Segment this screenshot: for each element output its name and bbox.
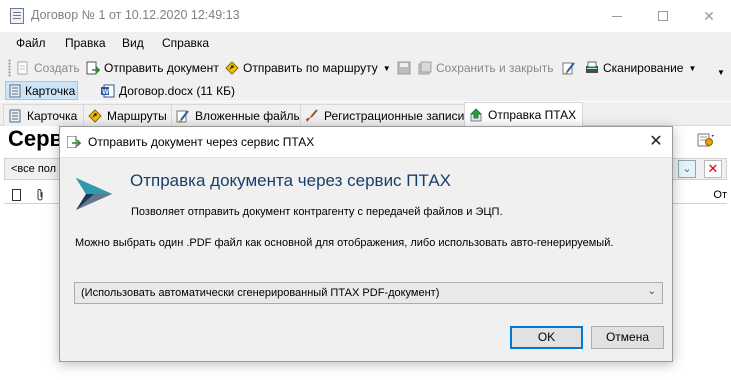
clear-filter-button[interactable]: ✕	[704, 160, 722, 178]
overflow-icon: ▼	[717, 67, 725, 77]
tab-card-label: Карточка	[27, 108, 78, 123]
save-close-icon	[418, 61, 432, 75]
route-icon	[225, 61, 239, 75]
save-and-close-button[interactable]: Сохранить и закрыть	[418, 58, 553, 78]
tab-attached-files[interactable]: Вложенные файлы	[171, 104, 310, 126]
dialog-hint: Можно выбрать один .PDF файл как основно…	[75, 237, 614, 249]
dialog-subtitle: Позволяет отправить документ контрагенту…	[131, 206, 503, 218]
brush-icon	[305, 108, 319, 123]
paperclip-icon	[36, 188, 44, 204]
dialog-titlebar: Отправить документ через сервис ПТАХ ✕	[60, 127, 672, 158]
cancel-button[interactable]: Отмена	[591, 326, 664, 349]
docx-file-tab[interactable]: W Договор.docx (11 КБ)	[99, 81, 237, 100]
document-column-icon	[12, 189, 21, 201]
route-icon	[88, 108, 102, 123]
save-button[interactable]	[397, 58, 415, 78]
send-by-route-label: Отправить по маршруту	[243, 61, 378, 75]
attachment-icon	[176, 109, 190, 123]
tab-send-ptax-label: Отправка ПТАХ	[488, 108, 577, 122]
send-document-label: Отправить документ	[104, 61, 219, 75]
close-button[interactable]: ✕	[686, 0, 731, 32]
window-titlebar: Договор № 1 от 10.12.2020 12:49:13 ✕	[0, 0, 731, 32]
dropdown-arrow-icon: ▼	[688, 63, 697, 73]
send-document-icon	[66, 135, 82, 149]
save-and-close-label: Сохранить и закрыть	[436, 61, 554, 75]
filter-label: <все пол	[11, 163, 57, 175]
word-icon: W	[101, 84, 115, 98]
close-icon: ✕	[707, 161, 719, 176]
send-document-button[interactable]: Отправить документ	[86, 58, 219, 78]
send-ptax-dialog: Отправить документ через сервис ПТАХ ✕ О…	[59, 126, 673, 362]
menu-view[interactable]: Вид	[122, 36, 144, 50]
section-heading: Серв	[8, 126, 64, 151]
card-icon	[8, 109, 22, 123]
send-by-route-button[interactable]: Отправить по маршруту ▼	[225, 58, 391, 78]
settings-list-icon[interactable]	[697, 132, 715, 148]
dialog-close-button[interactable]: ✕	[646, 133, 666, 153]
svg-text:W: W	[102, 89, 109, 96]
create-label: Создать	[34, 61, 80, 75]
file-bar: Карточка W Договор.docx (11 КБ)	[0, 81, 731, 101]
dialog-heading: Отправка документа через сервис ПТАХ	[130, 171, 451, 190]
toolbar-overflow-button[interactable]: ▼	[717, 62, 725, 82]
menu-edit[interactable]: Правка	[65, 36, 106, 50]
tab-routes[interactable]: Маршруты	[83, 104, 174, 126]
create-button[interactable]: Создать	[16, 58, 80, 78]
tab-send-ptax[interactable]: Отправка ПТАХ	[464, 102, 584, 127]
close-icon: ✕	[703, 7, 715, 24]
menu-file[interactable]: Файл	[16, 36, 46, 50]
dropdown-arrow-icon: ▼	[382, 63, 391, 73]
save-icon	[397, 61, 411, 75]
new-document-icon	[16, 61, 30, 75]
scanning-label: Сканирование	[603, 61, 684, 75]
column-header-right: От	[713, 189, 727, 201]
window-title: Договор № 1 от 10.12.2020 12:49:13	[31, 8, 240, 22]
dialog-title: Отправить документ через сервис ПТАХ	[88, 135, 315, 149]
expand-filter-button[interactable]: ⌄	[678, 160, 696, 178]
maximize-icon	[658, 11, 668, 21]
document-icon	[10, 8, 24, 24]
card-icon	[8, 84, 22, 98]
chevron-down-icon: ⌄	[682, 163, 692, 175]
toolbar: Создать Отправить документ Отправить по …	[0, 54, 731, 81]
card-file-label: Карточка	[25, 83, 76, 98]
card-file-tab[interactable]: Карточка	[5, 81, 79, 100]
maximize-button[interactable]	[640, 0, 686, 32]
chevron-down-icon: ⌄	[647, 286, 656, 297]
pen-icon	[562, 61, 576, 75]
close-icon: ✕	[649, 133, 663, 150]
toolbar-grip[interactable]	[8, 59, 11, 77]
tab-card[interactable]: Карточка	[3, 104, 85, 126]
menu-bar: Файл Правка Вид Справка	[0, 32, 731, 54]
scanning-button[interactable]: Сканирование ▼	[585, 58, 696, 78]
ok-button[interactable]: OK	[510, 326, 583, 349]
send-document-icon	[86, 61, 101, 75]
pdf-source-selected-value: (Использовать автоматически сгенерирован…	[81, 287, 440, 299]
minimize-button[interactable]	[594, 0, 640, 32]
tab-attached-files-label: Вложенные файлы	[195, 108, 303, 123]
tab-registration-records-label: Регистрационные записи	[324, 108, 465, 123]
tab-routes-label: Маршруты	[107, 108, 167, 123]
tab-registration-records[interactable]: Регистрационные записи	[300, 104, 472, 126]
tab-strip: Карточка Маршруты Вложенные файлы Регист…	[0, 102, 731, 127]
ptax-logo-icon	[74, 174, 114, 214]
minimize-icon	[612, 15, 622, 17]
pdf-source-select[interactable]: (Использовать автоматически сгенерирован…	[74, 282, 663, 304]
sign-button[interactable]	[562, 58, 580, 78]
scanner-icon	[585, 61, 599, 75]
menu-help[interactable]: Справка	[162, 36, 209, 50]
upload-arrow-icon	[469, 108, 483, 122]
docx-file-label: Договор.docx (11 КБ)	[119, 83, 235, 98]
